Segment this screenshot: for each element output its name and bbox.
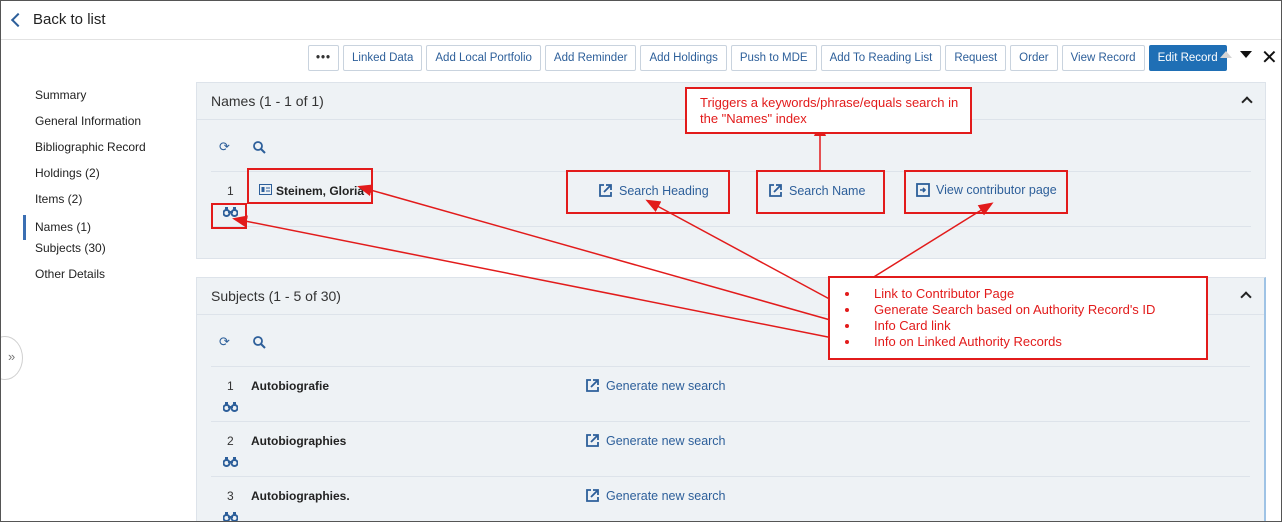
sidebar-item-holdings[interactable]: Holdings (2): [23, 165, 183, 191]
sidebar-item-summary[interactable]: Summary: [23, 87, 183, 113]
sidebar-item-names[interactable]: Names (1): [23, 215, 183, 240]
table-row: 3 Autobiographies. Generate new search: [211, 477, 1250, 522]
next-record-icon[interactable]: [1240, 51, 1252, 58]
search-name-callout: Triggers a keywords/phrase/equals search…: [685, 87, 972, 134]
names-panel-title: Names (1 - 1 of 1): [211, 93, 324, 109]
search-icon[interactable]: [253, 141, 266, 154]
double-chevron-right-icon: »: [8, 349, 16, 364]
search-icon[interactable]: [253, 336, 266, 349]
legend-callout: Link to Contributor Page Generate Search…: [828, 276, 1208, 360]
callout-text-line-1: Triggers a keywords/phrase/equals search…: [700, 95, 959, 110]
more-actions-button[interactable]: •••: [308, 45, 339, 71]
subject-name: Autobiographies.: [251, 489, 350, 503]
add-local-portfolio-button[interactable]: Add Local Portfolio: [426, 45, 541, 71]
row-number: 2: [227, 434, 234, 448]
expand-sidebar-button[interactable]: »: [1, 336, 23, 380]
add-reminder-button[interactable]: Add Reminder: [544, 45, 637, 71]
highlight-name-link: [247, 168, 373, 204]
sidebar-item-bibliographic-record[interactable]: Bibliographic Record: [23, 139, 183, 165]
legend-item-info-card: Info Card link: [830, 318, 1206, 334]
callout-text-line-2: the "Names" index: [700, 111, 807, 126]
section-nav: Summary General Information Bibliographi…: [23, 87, 183, 292]
collapse-icon[interactable]: [1241, 96, 1253, 108]
view-record-button[interactable]: View Record: [1061, 45, 1145, 71]
generate-new-search-label: Generate new search: [606, 378, 726, 393]
external-link-icon: [586, 379, 599, 392]
back-to-list-link[interactable]: Back to list: [9, 11, 106, 28]
sidebar-item-items[interactable]: Items (2): [23, 191, 183, 217]
record-toolbar: ••• Linked Data Add Local Portfolio Add …: [308, 45, 1227, 71]
row-number: 1: [227, 184, 234, 198]
table-row: 1 Autobiografie Generate new search: [211, 367, 1250, 422]
app-frame: Back to list ••• Linked Data Add Local P…: [0, 0, 1282, 522]
subjects-panel-title: Subjects (1 - 5 of 30): [211, 288, 341, 304]
top-bar: Back to list: [1, 1, 1281, 40]
external-link-icon: [586, 434, 599, 447]
sidebar-item-other-details[interactable]: Other Details: [23, 266, 183, 292]
external-link-icon: [586, 489, 599, 502]
close-icon[interactable]: ✕: [1261, 45, 1278, 70]
highlight-contributor-page: [904, 170, 1068, 214]
binoculars-icon[interactable]: [223, 511, 238, 522]
subject-name: Autobiographies: [251, 434, 347, 448]
generate-new-search-label: Generate new search: [606, 488, 726, 503]
refresh-icon[interactable]: ⟳: [219, 334, 230, 350]
generate-new-search-label: Generate new search: [606, 433, 726, 448]
binoculars-icon[interactable]: [223, 456, 238, 467]
add-to-reading-list-button[interactable]: Add To Reading List: [820, 45, 942, 71]
table-row: 2 Autobiographies Generate new search: [211, 422, 1250, 477]
refresh-icon[interactable]: ⟳: [219, 139, 230, 155]
collapse-icon[interactable]: [1240, 291, 1252, 303]
linked-data-button[interactable]: Linked Data: [343, 45, 423, 71]
record-nav: [1220, 51, 1252, 58]
legend-item-linked-authority: Info on Linked Authority Records: [830, 334, 1206, 350]
generate-new-search-link[interactable]: Generate new search: [585, 433, 726, 448]
back-label: Back to list: [33, 11, 106, 28]
subject-name: Autobiografie: [251, 379, 329, 393]
chevron-left-icon: [10, 12, 26, 27]
highlight-search-name: [756, 170, 885, 214]
push-to-mde-button[interactable]: Push to MDE: [730, 45, 817, 71]
row-number: 3: [227, 489, 234, 503]
legend-item-generate-search: Generate Search based on Authority Recor…: [830, 302, 1206, 318]
row-number: 1: [227, 379, 234, 393]
edit-record-button[interactable]: Edit Record: [1148, 45, 1227, 71]
legend-item-contributor-page: Link to Contributor Page: [830, 286, 1206, 302]
add-holdings-button[interactable]: Add Holdings: [640, 45, 727, 71]
request-button[interactable]: Request: [945, 45, 1007, 71]
sidebar-item-subjects[interactable]: Subjects (30): [23, 240, 183, 266]
binoculars-icon[interactable]: [223, 401, 238, 412]
highlight-search-heading: [566, 170, 730, 214]
previous-record-icon[interactable]: [1220, 51, 1232, 58]
sidebar-item-general-information[interactable]: General Information: [23, 113, 183, 139]
generate-new-search-link[interactable]: Generate new search: [585, 488, 726, 503]
highlight-binoculars: [211, 203, 247, 229]
order-button[interactable]: Order: [1010, 45, 1058, 71]
generate-new-search-link[interactable]: Generate new search: [585, 378, 726, 393]
